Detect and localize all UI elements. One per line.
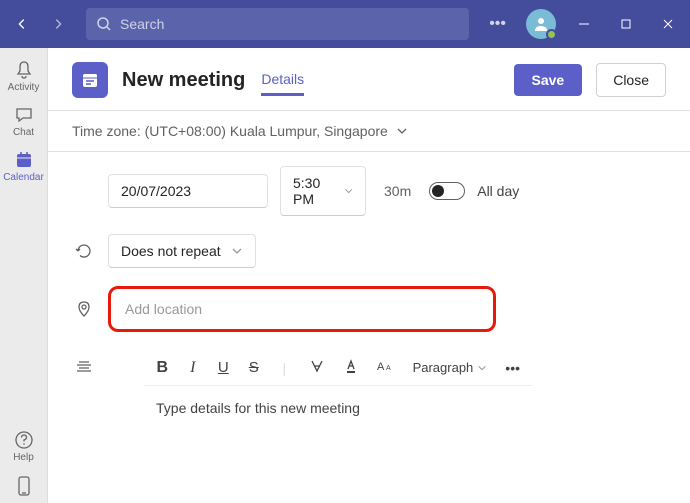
chevron-down-icon [344,185,353,197]
chevron-down-icon [477,363,487,373]
presence-badge [546,29,557,40]
datetime-row: 5:30 PM 30m All day [72,166,666,216]
paragraph-style-select[interactable]: Paragraph [413,360,488,375]
help-icon [14,430,34,450]
svg-text:A: A [386,365,391,372]
person-icon [533,16,549,32]
sidebar-item-label: Help [13,452,34,463]
editor-body[interactable]: Type details for this new meeting [144,386,532,466]
time-select[interactable]: 5:30 PM [280,166,366,216]
main-content: New meeting Details Save Close Time zone… [48,48,690,503]
sidebar-item-help[interactable]: Help [0,424,48,469]
location-row: Add location [72,286,666,332]
time-value: 5:30 PM [293,175,334,207]
sidebar-item-device[interactable] [0,469,48,503]
repeat-select[interactable]: Does not repeat [108,234,256,268]
editor-toolbar: B I U S | AA [144,350,532,386]
sidebar-item-label: Chat [13,127,34,138]
calendar-badge-icon [72,62,108,98]
sidebar-item-label: Calendar [3,172,44,183]
search-input[interactable] [120,16,459,32]
sidebar-item-chat[interactable]: Chat [0,99,48,144]
bell-icon [14,60,34,80]
date-input[interactable] [108,174,268,208]
chat-icon [14,105,34,125]
location-placeholder: Add location [125,301,202,317]
device-icon [15,475,33,497]
more-formatting-button[interactable]: ••• [505,360,520,376]
chevron-down-icon [231,245,243,257]
sidebar-item-calendar[interactable]: Calendar [0,144,48,189]
font-color-button[interactable] [343,358,359,377]
paragraph-label: Paragraph [413,360,474,375]
underline-button[interactable]: U [217,359,230,376]
titlebar: ••• [0,0,690,48]
chevron-down-icon [396,125,408,137]
more-options-button[interactable]: ••• [483,15,512,33]
rich-text-editor: B I U S | AA [144,350,532,466]
allday-toggle[interactable] [429,182,465,200]
allday-label: All day [477,183,519,199]
duration-label: 30m [378,183,417,199]
page-title: New meeting [122,69,245,92]
save-button[interactable]: Save [514,64,583,96]
italic-button[interactable]: I [187,359,200,377]
close-button[interactable]: Close [596,63,666,97]
timezone-label: Time zone: (UTC+08:00) Kuala Lumpur, Sin… [72,123,388,139]
strikethrough-button[interactable]: S [248,359,261,376]
close-window-button[interactable] [654,18,682,30]
nav-forward-button[interactable] [44,10,72,38]
highlight-button[interactable] [309,358,325,377]
page-header: New meeting Details Save Close [48,48,690,98]
search-box[interactable] [86,8,469,40]
description-icon [72,350,96,376]
sidebar: Activity Chat Calendar Help [0,48,48,503]
maximize-button[interactable] [612,18,640,30]
bold-button[interactable]: B [156,359,169,377]
editor-placeholder: Type details for this new meeting [156,400,360,416]
avatar[interactable] [526,9,556,39]
location-input[interactable]: Add location [108,286,496,332]
sidebar-item-activity[interactable]: Activity [0,54,48,99]
timezone-selector[interactable]: Time zone: (UTC+08:00) Kuala Lumpur, Sin… [48,111,690,151]
tab-details[interactable]: Details [261,65,304,96]
nav-back-button[interactable] [8,10,36,38]
search-icon [96,16,112,32]
location-icon [72,300,96,318]
sidebar-item-label: Activity [8,82,40,93]
svg-text:A: A [377,361,385,373]
repeat-row: Does not repeat [72,234,666,268]
repeat-value: Does not repeat [121,243,221,259]
description-row: B I U S | AA [72,350,666,466]
toggle-thumb [432,185,444,197]
calendar-icon [14,150,34,170]
repeat-icon [72,242,96,260]
font-size-button[interactable]: AA [377,358,395,377]
minimize-button[interactable] [570,18,598,30]
